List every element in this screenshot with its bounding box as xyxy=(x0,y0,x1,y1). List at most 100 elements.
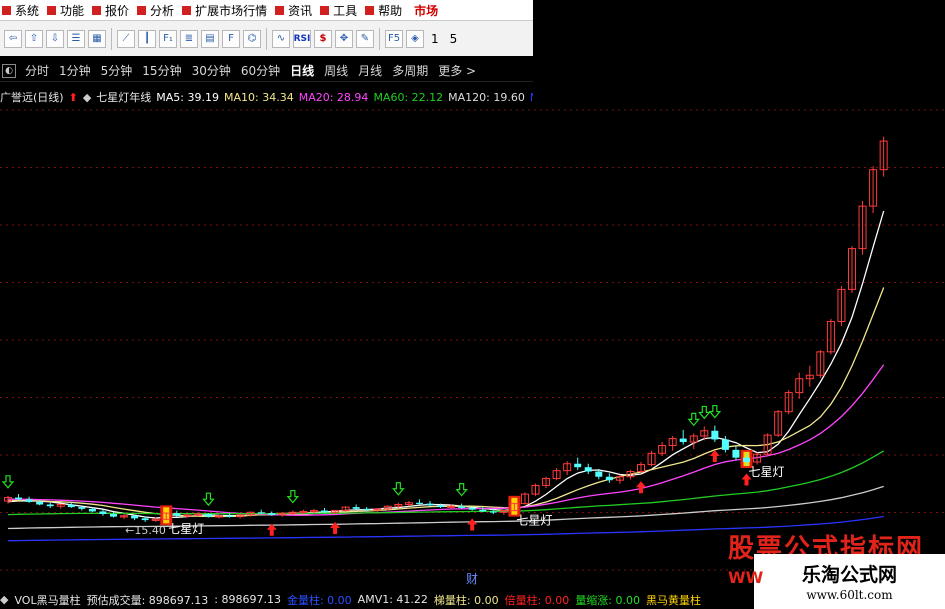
candle-down xyxy=(257,512,265,514)
period-toggle-icon[interactable]: ◐ xyxy=(2,63,16,78)
indicator-bar: 广誉远(日线) ⬆ ◆ 七星灯年线 MA5: 39.19 MA10: 34.34… xyxy=(0,88,533,106)
candle-down xyxy=(36,501,44,505)
period-item-7[interactable]: 周线 xyxy=(319,62,353,79)
candle-down xyxy=(352,507,360,509)
dollar-icon[interactable]: $ xyxy=(314,29,332,48)
menu-item-1[interactable]: 功能 xyxy=(45,0,90,20)
toolbar-separator xyxy=(111,27,112,50)
toolbar-separator xyxy=(266,27,267,50)
ma20-value: MA20: 28.94 xyxy=(298,90,369,104)
menu-square-icon xyxy=(320,5,330,15)
candle-down xyxy=(67,504,75,508)
lab-icon[interactable]: ⌬ xyxy=(243,29,261,48)
menu-item-3[interactable]: 分析 xyxy=(135,0,180,20)
lamp-label: 七星灯 xyxy=(516,514,552,528)
candle-down xyxy=(415,502,423,504)
menu-label: 资讯 xyxy=(288,3,313,18)
menu-square-icon xyxy=(365,5,375,15)
ma5-value: MA5: 39.19 xyxy=(156,90,219,104)
watermark-ww: WW xyxy=(728,568,764,587)
candle-down xyxy=(426,503,434,506)
candle-down xyxy=(46,504,54,507)
menu-item-7[interactable]: 帮助 xyxy=(363,0,408,20)
lamp-label: 七星灯 xyxy=(168,522,204,536)
gold-volume: 金量柱: 0.00 xyxy=(286,593,352,607)
f5-icon[interactable]: F5 xyxy=(385,29,403,48)
sell-arrow-icon xyxy=(286,489,300,504)
volume-name[interactable]: VOL黑马量柱 xyxy=(14,592,80,608)
candle-down xyxy=(679,438,687,443)
ma10-value: MA10: 34.34 xyxy=(224,90,294,104)
menu-item-6[interactable]: 工具 xyxy=(318,0,363,20)
menu-label: 帮助 xyxy=(378,3,403,18)
menu-square-icon xyxy=(182,5,192,15)
candle-down xyxy=(173,513,181,516)
period-item-4[interactable]: 30分钟 xyxy=(187,62,236,79)
candle-down xyxy=(437,505,445,508)
line-chart-icon[interactable]: ⟋ xyxy=(117,29,135,48)
formula-name[interactable]: 七星灯年线 xyxy=(96,89,151,105)
news-icon[interactable]: ≣ xyxy=(180,29,198,48)
menu-item-2[interactable]: 报价 xyxy=(90,0,135,20)
sell-arrow-icon xyxy=(392,482,405,496)
volume-estimate: 预估成交量: 898697.13 xyxy=(86,593,209,607)
menu-item-market[interactable]: 市场 xyxy=(408,0,445,20)
watermark-title: 乐淘公式网 xyxy=(801,564,897,586)
candle-down xyxy=(226,515,234,517)
sell-arrow-icon xyxy=(708,404,722,419)
period-item-1[interactable]: 1分钟 xyxy=(54,62,96,79)
formula-dropdown-icon[interactable]: ◆ xyxy=(83,91,91,104)
menu-item-5[interactable]: 资讯 xyxy=(273,0,318,20)
menu-square-icon xyxy=(2,5,11,15)
menu-label: 功能 xyxy=(60,3,85,18)
sell-arrow-icon xyxy=(455,483,468,497)
sell-arrow-icon xyxy=(687,412,701,427)
candle-down xyxy=(489,511,497,513)
period-item-9[interactable]: 多周期 xyxy=(387,62,433,79)
period-item-8[interactable]: 月线 xyxy=(353,62,387,79)
fiz-icon[interactable]: F xyxy=(222,29,240,48)
pencil-icon[interactable]: ✎ xyxy=(356,29,374,48)
candle-down xyxy=(110,514,117,517)
back-icon[interactable]: ⇦ xyxy=(4,29,22,48)
period-item-6[interactable]: 日线 xyxy=(285,62,319,79)
period-item-2[interactable]: 5分钟 xyxy=(96,62,138,79)
menu-item-0[interactable]: 系统 xyxy=(0,0,45,20)
rsi-icon[interactable]: RSI xyxy=(293,29,311,48)
list-icon[interactable]: ☰ xyxy=(67,29,85,48)
period-item-5[interactable]: 60分钟 xyxy=(236,62,285,79)
toolbar-num1[interactable]: 1 xyxy=(427,32,443,46)
ma120-value: MA120: 19.60 xyxy=(448,90,525,104)
ma10-line xyxy=(7,287,885,518)
volume-dropdown-icon[interactable]: ◆ xyxy=(0,593,8,606)
period-item-0[interactable]: 分时 xyxy=(20,62,54,79)
candle-down xyxy=(711,430,719,440)
period-bar: ◐ 分时 1分钟 5分钟 15分钟 30分钟 60分钟 日线 周线 月线 多周期 更多 > xyxy=(0,60,533,82)
grid-icon[interactable]: ▦ xyxy=(88,29,106,48)
move-icon[interactable]: ✥ xyxy=(335,29,353,48)
candle-down xyxy=(468,507,476,510)
candle-down xyxy=(363,508,371,511)
f10-icon[interactable]: F₁ xyxy=(159,29,177,48)
period-item-10[interactable]: 更多 > xyxy=(433,62,481,79)
down-icon[interactable]: ⇩ xyxy=(46,29,64,48)
watermark-box: 乐淘公式网 www.60lt.com xyxy=(754,554,945,609)
double-volume: 倍量柱: 0.00 xyxy=(504,593,570,607)
menu-square-icon xyxy=(275,5,285,15)
up-icon[interactable]: ⇧ xyxy=(25,29,43,48)
lamp-label: 七星灯 xyxy=(749,465,785,479)
candle-down xyxy=(131,515,139,519)
wave-icon[interactable]: ∿ xyxy=(272,29,290,48)
calc-icon[interactable]: ▤ xyxy=(201,29,219,48)
kline-icon[interactable]: ┃ xyxy=(138,29,156,48)
candle-down xyxy=(78,507,86,509)
toolbar-num2[interactable]: 5 xyxy=(446,32,462,46)
stock-name[interactable]: 广誉远(日线) xyxy=(0,89,64,105)
kline-chart[interactable]: 七星灯七星灯七星灯←15.40财 xyxy=(0,105,945,590)
buy-arrow-icon xyxy=(636,481,646,494)
candle-down xyxy=(141,518,149,521)
menu-label: 扩展市场行情 xyxy=(195,3,268,18)
f6-icon[interactable]: ◈ xyxy=(406,29,424,48)
period-item-3[interactable]: 15分钟 xyxy=(137,62,186,79)
menu-item-4[interactable]: 扩展市场行情 xyxy=(180,0,273,20)
